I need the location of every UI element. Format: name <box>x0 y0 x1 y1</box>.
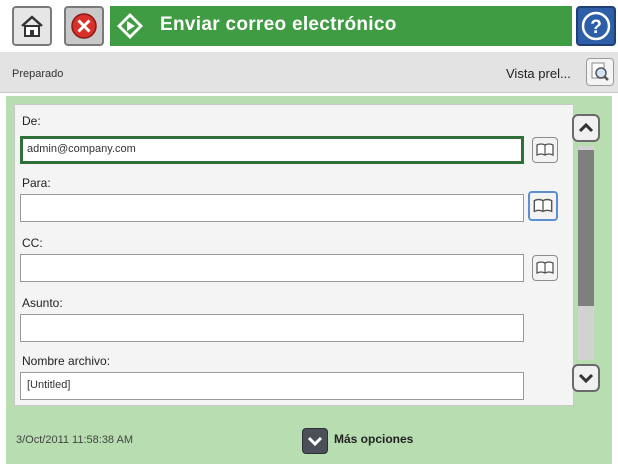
to-address-book-button[interactable] <box>528 191 558 221</box>
cc-field[interactable] <box>20 254 524 282</box>
from-address-book-button[interactable] <box>532 137 558 163</box>
more-options-label[interactable]: Más opciones <box>334 432 413 446</box>
from-field[interactable]: admin@company.com <box>20 136 524 164</box>
address-book-icon <box>530 193 556 219</box>
more-options-button[interactable] <box>302 428 328 454</box>
filename-field[interactable]: [Untitled] <box>20 372 524 400</box>
from-label: De: <box>22 114 41 128</box>
scroll-down-button[interactable] <box>572 364 600 392</box>
cc-address-book-button[interactable] <box>532 255 558 281</box>
to-field[interactable] <box>20 194 524 222</box>
chevron-down-icon <box>574 366 598 390</box>
home-button[interactable] <box>12 6 52 46</box>
help-icon: ? <box>578 8 614 44</box>
page-title: Enviar correo electrónico <box>160 14 397 35</box>
cancel-icon <box>66 8 102 44</box>
svg-text:?: ? <box>590 17 602 38</box>
help-button[interactable]: ? <box>576 6 616 46</box>
chevron-up-icon <box>574 116 598 140</box>
preview-button[interactable] <box>586 58 614 86</box>
start-button[interactable] <box>110 6 150 46</box>
filename-label: Nombre archivo: <box>22 354 111 368</box>
subject-field[interactable] <box>20 314 524 342</box>
scroll-thumb[interactable] <box>578 150 594 306</box>
home-icon <box>14 8 50 44</box>
status-text: Preparado <box>12 68 64 80</box>
start-icon <box>110 6 150 46</box>
timestamp: 3/Oct/2011 11:58:38 AM <box>16 434 134 446</box>
magnifier-icon <box>587 59 613 85</box>
scroll-up-button[interactable] <box>572 114 600 142</box>
subject-label: Asunto: <box>22 296 63 310</box>
address-book-icon <box>533 256 557 280</box>
preview-label: Vista prel... <box>506 66 571 81</box>
cancel-button[interactable] <box>64 6 104 46</box>
address-book-icon <box>533 138 557 162</box>
to-label: Para: <box>22 176 51 190</box>
cc-label: CC: <box>22 236 43 250</box>
chevron-down-icon <box>303 429 327 453</box>
